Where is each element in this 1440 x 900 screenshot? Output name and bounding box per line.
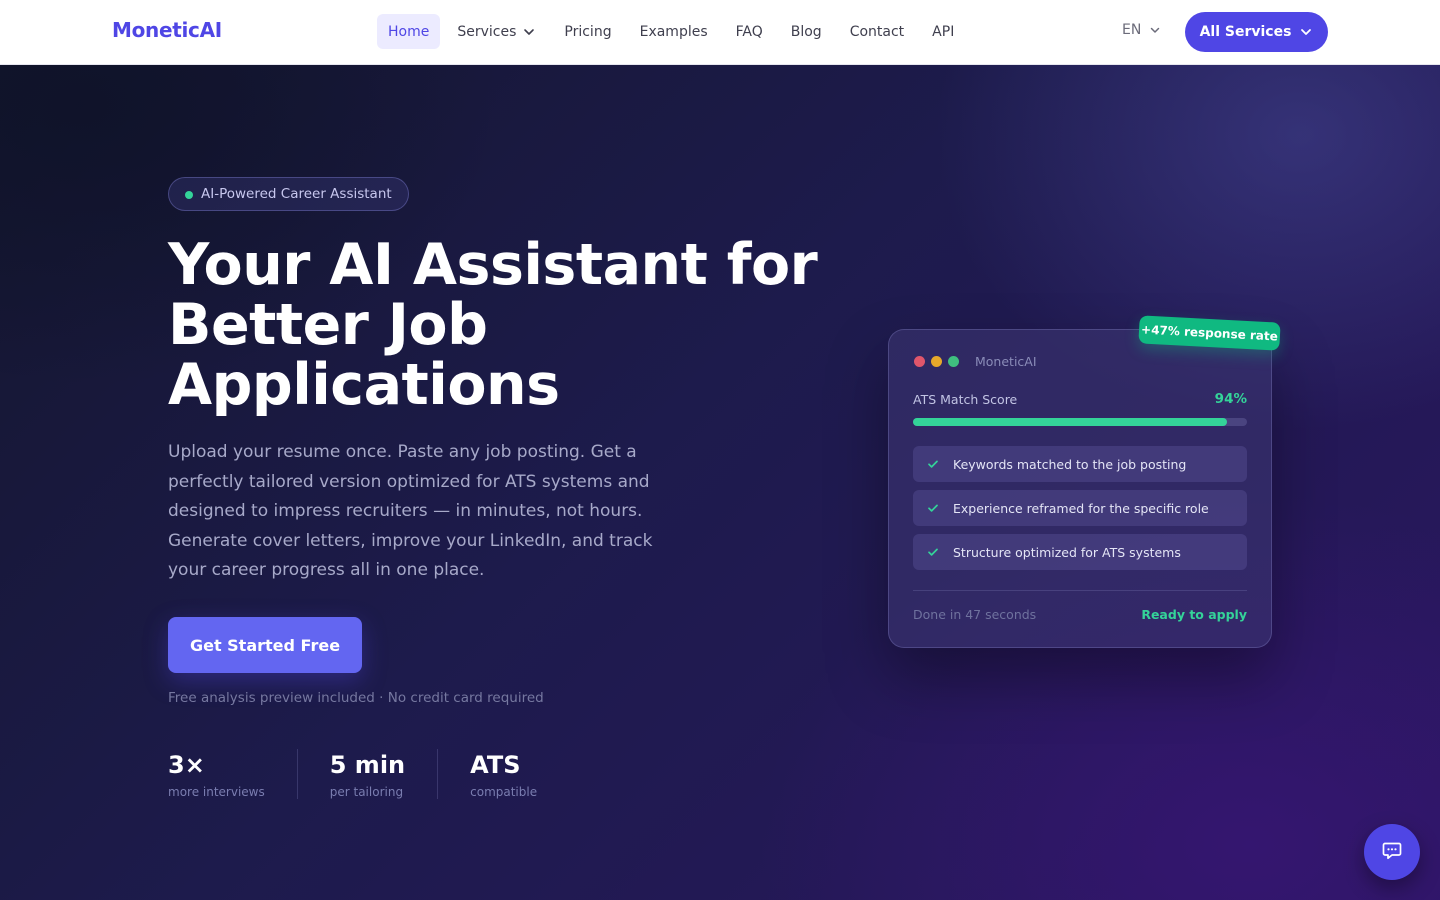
ats-preview-card: MoneticAI ATS Match Score 94% Keywords m… <box>888 329 1272 648</box>
window-dot-yellow-icon <box>931 356 942 367</box>
nav-link-services[interactable]: Services <box>446 14 547 49</box>
ready-status: Ready to apply <box>1141 607 1247 622</box>
hero-subtext: Upload your resume once. Paste any job p… <box>168 442 653 580</box>
nav-link-label: Contact <box>849 23 905 40</box>
stat-item: ATS compatible <box>470 749 537 799</box>
check-icon <box>927 546 939 558</box>
nav-link-label: Examples <box>639 23 708 40</box>
stat-label: per tailoring <box>329 785 404 799</box>
get-started-button[interactable]: Get Started Free <box>168 617 362 673</box>
all-services-button[interactable]: All Services <box>1185 12 1328 52</box>
stat-label: compatible <box>470 785 538 799</box>
check-text: Structure optimized for ATS systems <box>953 544 1181 560</box>
nav-link-label: FAQ <box>735 23 763 40</box>
nav-link-contact[interactable]: Contact <box>839 14 915 49</box>
language-selector[interactable]: EN <box>1122 22 1161 38</box>
nav-link-faq[interactable]: FAQ <box>725 14 774 49</box>
check-icon <box>927 502 939 514</box>
nav-link-blog[interactable]: Blog <box>780 14 833 49</box>
check-icon <box>927 458 939 470</box>
card-divider <box>913 590 1247 591</box>
ats-score-label: ATS Match Score <box>913 392 1018 407</box>
nav-link-label: Pricing <box>564 23 612 40</box>
stat-value: 5 min <box>329 751 406 779</box>
stat-item: 3× more interviews <box>168 749 298 799</box>
nav-link-home[interactable]: Home <box>377 14 441 49</box>
status-dot-icon <box>185 191 193 199</box>
language-label: EN <box>1122 22 1142 38</box>
ats-score-value: 94% <box>1214 391 1247 407</box>
nav-link-examples[interactable]: Examples <box>629 14 719 49</box>
hero-headline: Your AI Assistant for Better Job Applica… <box>168 232 818 418</box>
nav-link-label: Blog <box>790 23 822 40</box>
check-item: Experience reframed for the specific rol… <box>913 490 1247 526</box>
hero-tag-label: AI-Powered Career Assistant <box>201 186 392 202</box>
nav-link-api[interactable]: API <box>921 14 965 49</box>
chevron-down-icon <box>1149 24 1161 36</box>
nav-link-pricing[interactable]: Pricing <box>553 14 622 49</box>
stats-row: 3× more interviews 5 min per tailoring A… <box>168 749 537 799</box>
hero-tag-pill: AI-Powered Career Assistant <box>168 177 409 211</box>
nav-link-label: Services <box>457 23 517 40</box>
ats-score-bar-fill <box>913 418 1227 426</box>
nav-link-label: API <box>932 23 955 40</box>
window-controls <box>914 356 965 367</box>
cta-note: Free analysis preview included · No cred… <box>168 690 544 706</box>
chat-bubble-icon <box>1381 839 1403 865</box>
ats-score-bar <box>913 418 1247 426</box>
chat-launcher-button[interactable] <box>1364 824 1420 880</box>
check-text: Experience reframed for the specific rol… <box>953 500 1209 516</box>
duration-text: Done in 47 seconds <box>913 607 1037 622</box>
card-title: MoneticAI <box>975 354 1037 369</box>
main-nav: Home Services Pricing Examples FAQ Blog … <box>377 14 971 49</box>
stat-item: 5 min per tailoring <box>329 749 439 799</box>
window-dot-red-icon <box>914 356 925 367</box>
hero-section: AI-Powered Career Assistant Your AI Assi… <box>0 65 1440 900</box>
stat-value: 3× <box>168 751 205 779</box>
stat-label: more interviews <box>168 785 265 799</box>
top-navbar: MoneticAI Home Services Pricing Examples… <box>0 0 1440 65</box>
check-item: Structure optimized for ATS systems <box>913 534 1247 570</box>
logo[interactable]: MoneticAI <box>112 18 222 42</box>
window-dot-green-icon <box>948 356 959 367</box>
check-text: Keywords matched to the job posting <box>953 456 1187 472</box>
check-list: Keywords matched to the job posting Expe… <box>913 446 1247 578</box>
stat-value: ATS <box>470 751 521 779</box>
all-services-label: All Services <box>1199 24 1292 40</box>
chevron-down-icon <box>522 25 536 39</box>
check-item: Keywords matched to the job posting <box>913 446 1247 482</box>
chevron-down-icon <box>1299 25 1313 39</box>
nav-link-label: Home <box>388 23 430 40</box>
